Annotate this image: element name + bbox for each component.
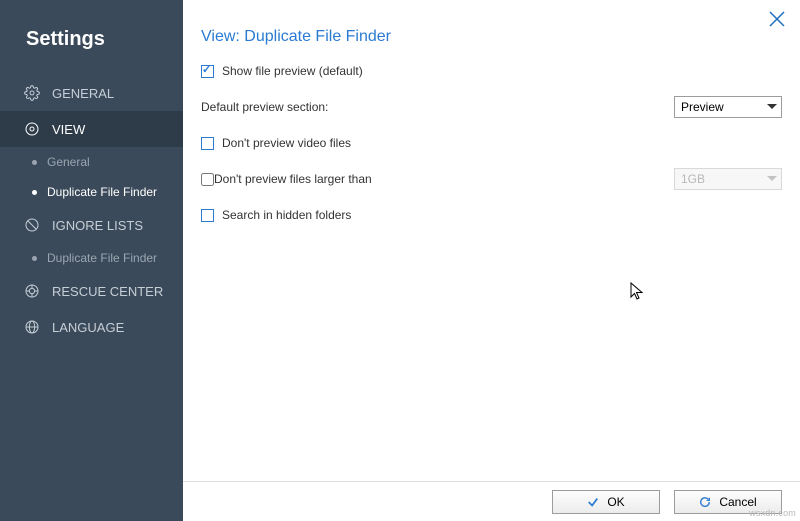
sidebar-subitem-duplicate-file-finder[interactable]: Duplicate File Finder (0, 177, 183, 207)
row-no-large: Don't preview files larger than 1GB (201, 168, 782, 190)
sidebar-item-ignore-lists[interactable]: IGNORE LISTS (0, 207, 183, 243)
rescue-icon (24, 283, 40, 299)
bullet-icon (32, 190, 37, 195)
sidebar-subitem-label: Duplicate File Finder (47, 185, 157, 199)
ok-button-label: OK (607, 495, 624, 509)
sidebar-item-label: LANGUAGE (52, 320, 124, 335)
sidebar-title: Settings (0, 0, 183, 75)
sidebar-item-rescue-center[interactable]: RESCUE CENTER (0, 273, 183, 309)
view-icon (24, 121, 40, 137)
sidebar-item-general[interactable]: GENERAL (0, 75, 183, 111)
sidebar-item-view[interactable]: VIEW (0, 111, 183, 147)
default-section-select[interactable]: Preview (674, 96, 782, 118)
cursor-icon (630, 282, 646, 307)
row-default-section: Default preview section: Preview (201, 96, 782, 118)
cancel-button-label: Cancel (719, 495, 756, 509)
sidebar-item-label: RESCUE CENTER (52, 284, 163, 299)
sidebar-item-label: VIEW (52, 122, 85, 137)
sidebar-item-language[interactable]: LANGUAGE (0, 309, 183, 345)
show-preview-checkbox[interactable] (201, 65, 214, 78)
gear-icon (24, 85, 40, 101)
hidden-label: Search in hidden folders (222, 208, 351, 222)
sidebar-subitem-general[interactable]: General (0, 147, 183, 177)
no-video-checkbox[interactable] (201, 137, 214, 150)
sidebar-subitem-label: General (47, 155, 90, 169)
language-icon (24, 319, 40, 335)
sidebar-item-label: GENERAL (52, 86, 114, 101)
refresh-icon (699, 496, 711, 508)
ignore-icon (24, 217, 40, 233)
close-button[interactable] (768, 10, 786, 28)
no-large-select: 1GB (674, 168, 782, 190)
hidden-checkbox[interactable] (201, 209, 214, 222)
ok-button[interactable]: OK (552, 490, 660, 514)
sidebar-item-label: IGNORE LISTS (52, 218, 143, 233)
bullet-icon (32, 160, 37, 165)
bullet-icon (32, 256, 37, 261)
sidebar-subitem-ignore-duplicate-file-finder[interactable]: Duplicate File Finder (0, 243, 183, 273)
no-large-label: Don't preview files larger than (214, 172, 372, 186)
close-icon (768, 10, 786, 28)
page-title: View: Duplicate File Finder (201, 28, 782, 46)
no-video-label: Don't preview video files (222, 136, 351, 150)
row-show-preview: Show file preview (default) (201, 64, 782, 78)
row-hidden: Search in hidden folders (201, 208, 782, 222)
sidebar: Settings GENERAL VIEW General Duplicate … (0, 0, 183, 521)
no-large-checkbox[interactable] (201, 173, 214, 186)
check-icon (587, 496, 599, 508)
row-no-video: Don't preview video files (201, 136, 782, 150)
default-section-label: Default preview section: (201, 100, 328, 114)
show-preview-label: Show file preview (default) (222, 64, 363, 78)
watermark: wsxdn.com (749, 508, 796, 518)
sidebar-subitem-label: Duplicate File Finder (47, 251, 157, 265)
footer: OK Cancel (183, 481, 800, 521)
main-panel: View: Duplicate File Finder Show file pr… (183, 0, 800, 521)
